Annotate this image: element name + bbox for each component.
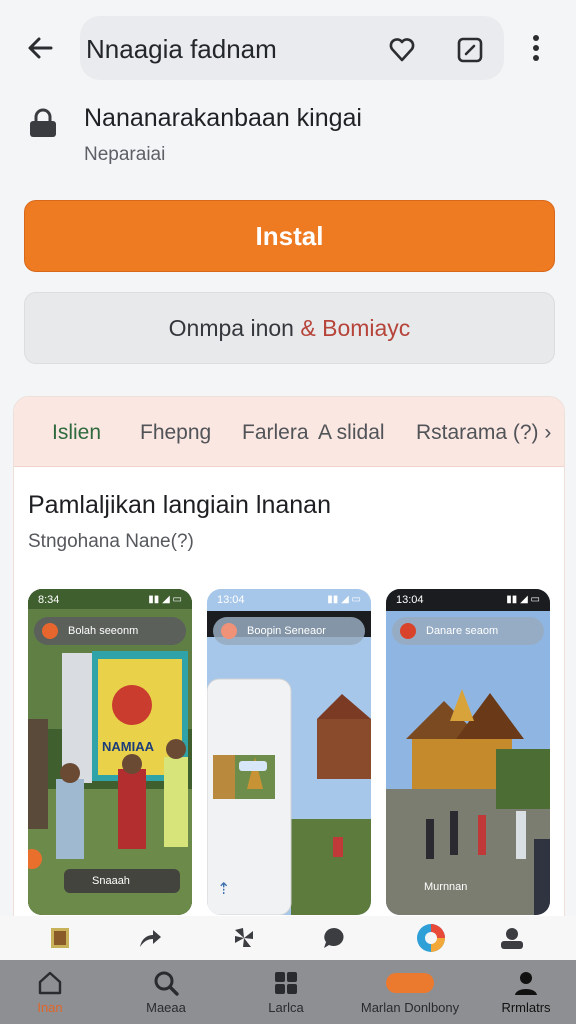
screenshot-search-bar: Boopin Seneaor <box>213 617 365 645</box>
status-time: 8:34 <box>38 594 60 606</box>
screenshot-search-text: Bolah seeonm <box>68 625 139 637</box>
section-subtitle: Stngohana Nane(?) <box>28 531 194 552</box>
screenshot-caption: Murnnan <box>424 881 468 893</box>
action-row <box>0 916 576 960</box>
person-icon <box>511 968 541 998</box>
account-card-icon[interactable] <box>498 924 526 952</box>
screenshot-search-text: Boopin Seneaor <box>247 625 326 637</box>
nav-search-label: Maeaa <box>146 1000 186 1015</box>
nav-profile-label: Rrmlatrs <box>501 1000 551 1015</box>
nav-home[interactable]: Inan <box>20 960 80 1024</box>
home-icon <box>35 968 65 998</box>
nav-apps[interactable]: Larlca <box>256 960 316 1024</box>
nav-donlbony[interactable]: Marlan Donlbony <box>360 960 460 1024</box>
screenshot-3[interactable]: 13:04 ▮▮ ◢ ▭ Danare seaom Murnnan <box>386 589 550 915</box>
heart-icon[interactable] <box>384 32 420 68</box>
signal-icon: ▮▮ ◢ ▭ <box>148 594 182 605</box>
page-title: Nnaagia fadnam <box>86 34 277 64</box>
tab-bar: Islien Fhepng Farlera A slidal Rstarama … <box>14 397 564 467</box>
edit-icon[interactable] <box>452 32 488 68</box>
back-arrow-icon[interactable] <box>20 28 60 68</box>
nav-home-label: Inan <box>37 1000 63 1015</box>
apps-icon <box>271 968 301 998</box>
app-name: Nananarakanbaan kingai <box>84 104 362 132</box>
app-dot-icon <box>400 623 416 639</box>
secondary-button-label: Onmpa inon <box>168 314 294 341</box>
tab-rstarama[interactable]: Rstarama (?) › <box>416 421 551 445</box>
title-pill: Nnaagia fadnam <box>80 16 504 80</box>
more-options-icon[interactable] <box>518 28 554 68</box>
comment-icon[interactable] <box>320 924 348 952</box>
app-developer: Neparaiai <box>84 144 166 165</box>
search-icon <box>151 968 181 998</box>
screenshot-caption: Snaaah <box>92 875 130 887</box>
signal-icon: ▮▮ ◢ ▭ <box>327 594 361 605</box>
status-bar: 13:04 ▮▮ ◢ ▭ <box>207 589 371 611</box>
nav-apps-label: Larlca <box>268 1000 304 1015</box>
nav-search[interactable]: Maeaa <box>136 960 196 1024</box>
status-time: 13:04 <box>217 594 245 606</box>
status-bar: 8:34 ▮▮ ◢ ▭ <box>28 589 192 611</box>
nav-profile[interactable]: Rrmlatrs <box>496 960 556 1024</box>
screenshot-1[interactable]: 8:34 ▮▮ ◢ ▭ Bolah seeonm NAMIAA Snaaah <box>28 589 192 915</box>
tab-islien[interactable]: Islien <box>52 421 101 445</box>
install-button[interactable]: Instal <box>24 200 555 272</box>
secondary-button-accent-label: & Bomiayc <box>300 314 411 341</box>
signal-icon: ▮▮ ◢ ▭ <box>506 594 540 605</box>
app-dot-icon <box>42 623 58 639</box>
screenshot-search-text: Danare seaom <box>426 625 499 637</box>
secondary-action-button[interactable]: Onmpa inon & Bomiayc <box>24 292 555 364</box>
tab-fhepng[interactable]: Fhepng <box>140 421 211 445</box>
details-card: Islien Fhepng Farlera A slidal Rstarama … <box>13 396 565 956</box>
share-icon[interactable] <box>136 924 164 952</box>
app-dot-icon <box>221 623 237 639</box>
tab-farlera[interactable]: Farlera <box>242 421 309 445</box>
screenshot-search-bar: Bolah seeonm <box>34 617 186 645</box>
screenshot-2[interactable]: 13:04 ▮▮ ◢ ▭ Boopin Seneaor ⇡ <box>207 589 371 915</box>
status-bar: 13:04 ▮▮ ◢ ▭ <box>386 589 550 611</box>
top-app-bar: Nnaagia fadnam <box>0 0 576 96</box>
pinwheel-icon[interactable] <box>230 924 258 952</box>
sign-text: NAMIAA <box>102 739 154 754</box>
colorful-app-icon[interactable] <box>414 922 448 954</box>
orange-pill-icon <box>384 968 436 998</box>
bottom-navigation: Inan Maeaa Larlca Marlan Donlbony Rrmlat… <box>0 960 576 1024</box>
screenshot-search-bar: Danare seaom <box>392 617 544 645</box>
image-icon[interactable] <box>46 924 74 952</box>
share-mini-icon: ⇡ <box>217 881 231 898</box>
section-title: Pamlaljikan langiain lnanan <box>28 491 331 519</box>
nav-donlbony-label: Marlan Donlbony <box>360 1000 460 1015</box>
status-time: 13:04 <box>396 594 424 606</box>
tab-a-slidal[interactable]: A slidal <box>318 421 385 445</box>
lock-icon <box>26 106 62 142</box>
